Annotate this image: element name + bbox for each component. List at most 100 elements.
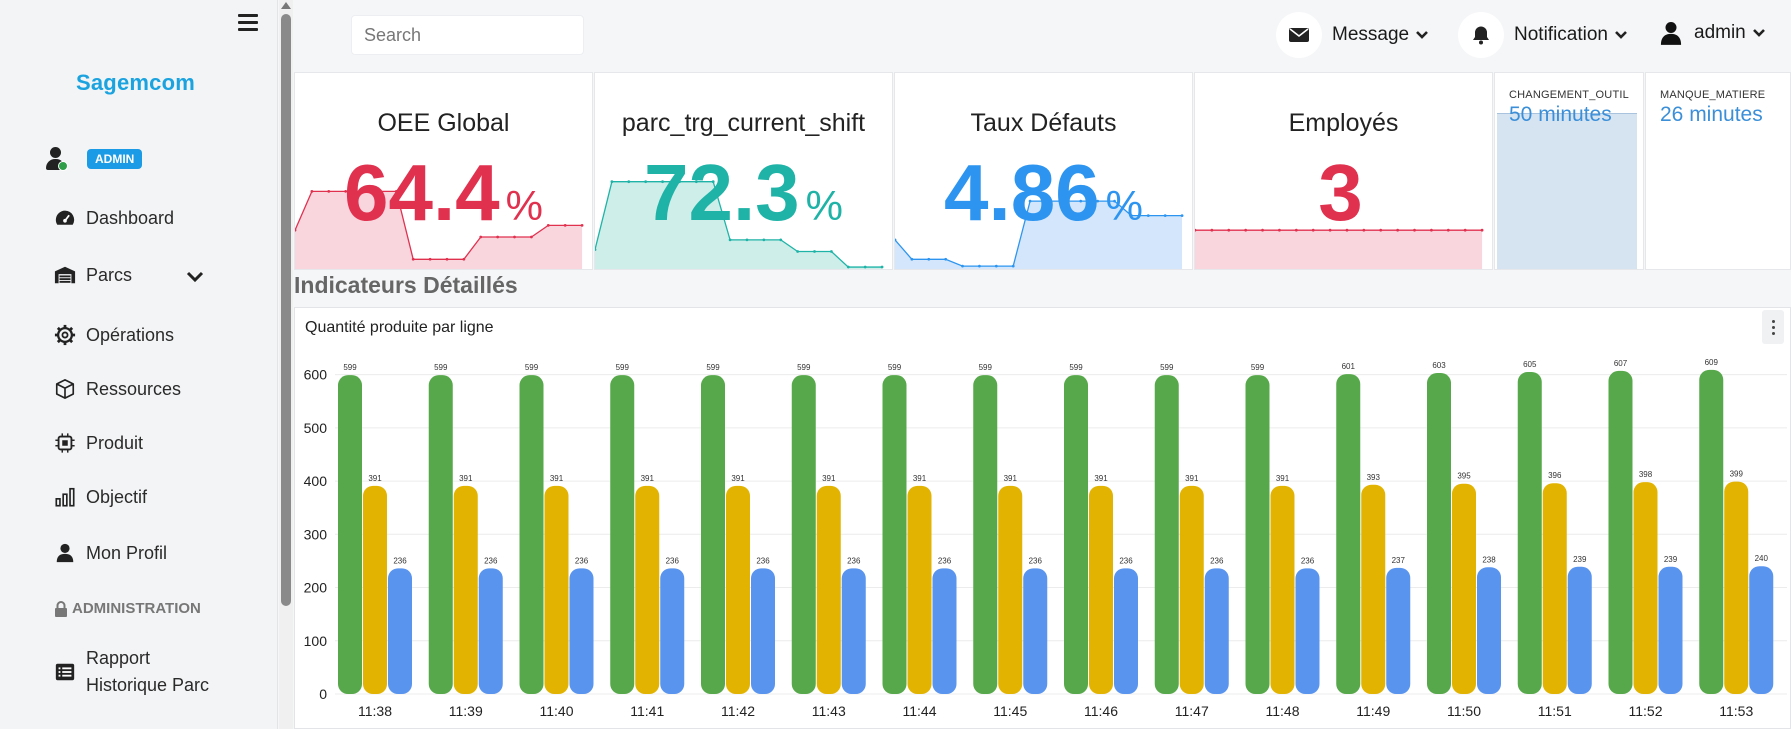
sidebar-item-objectif[interactable]: Objectif [54, 486, 147, 508]
mini-card-value: 50 minutes [1509, 103, 1612, 126]
kpi-card-oee-global: OEE Global 64.4% [294, 72, 593, 270]
sidebar-item-label: Mon Profil [86, 542, 168, 563]
section-header: Indicateurs Détaillés [294, 272, 518, 298]
message-menu[interactable]: Message [1276, 12, 1429, 58]
chart-bar [635, 485, 660, 694]
gear-icon [54, 324, 76, 346]
data-label: 391 [1276, 474, 1290, 483]
chart-bar [1699, 369, 1724, 694]
data-label: 391 [1185, 474, 1199, 483]
chart-bar [1023, 568, 1048, 694]
chevron-down-icon [1416, 31, 1429, 39]
kpi-value: 64.4 [343, 148, 500, 237]
kpi-value: 3 [1318, 148, 1363, 237]
sidebar-scrollbar[interactable] [279, 0, 293, 729]
chart-bar [1427, 373, 1451, 694]
data-label: 236 [1301, 556, 1315, 565]
data-label: 236 [1210, 556, 1224, 565]
scrollbar-thumb[interactable] [281, 14, 291, 606]
sparkline-point [411, 257, 415, 261]
y-tick-label: 100 [304, 633, 328, 649]
sparkline-point [846, 265, 850, 269]
data-label: 599 [434, 363, 448, 372]
x-tick-label: 11:44 [903, 703, 937, 719]
sidebar-item-parcs[interactable]: Parcs [54, 264, 132, 286]
chevron-down-icon[interactable] [186, 270, 204, 284]
data-label: 393 [1367, 473, 1381, 482]
data-label: 398 [1639, 470, 1653, 479]
mini-card-manque-matiere: MANQUE_MATIERE 26 minutes [1645, 72, 1791, 270]
sparkline-point [462, 257, 466, 261]
sidebar: Sagemcom ADMIN Dashboard Parcs Opération [0, 0, 278, 729]
sidebar-item-rapport-historique-parc[interactable]: Rapport Historique Parc [54, 645, 209, 699]
gauge-icon [54, 207, 76, 229]
data-label: 599 [1251, 363, 1265, 372]
data-label: 599 [797, 363, 811, 372]
sparkline-point [830, 250, 833, 253]
data-label: 391 [459, 474, 473, 483]
search-input[interactable] [351, 15, 584, 55]
x-tick-label: 11:50 [1447, 703, 1481, 719]
bar-chart: 0 100 200 300 400 500 600 599 391 236 11:38 599 391 2… [304, 358, 1787, 719]
sidebar-user: ADMIN [45, 146, 143, 172]
data-label: 236 [666, 556, 680, 565]
sidebar-item-label: Opérations [86, 324, 175, 345]
chart-bar [544, 485, 569, 694]
chart-bar [569, 568, 594, 694]
x-tick-label: 11:48 [1266, 703, 1300, 719]
data-label: 391 [913, 474, 927, 483]
y-tick-label: 300 [304, 526, 328, 542]
sidebar-item-dashboard[interactable]: Dashboard [54, 207, 174, 229]
sidebar-item-ressources[interactable]: Ressources [54, 378, 181, 400]
chart-bar [1386, 567, 1411, 694]
chart-bar [791, 375, 816, 694]
scroll-up-arrow-icon[interactable] [281, 2, 291, 9]
data-label: 391 [731, 474, 745, 483]
chart-bar [1452, 483, 1476, 694]
chart-bar [363, 485, 387, 694]
data-label: 599 [1160, 363, 1174, 372]
chart-panel: Quantité produite par ligne 0 100 200 300 40… [294, 307, 1791, 729]
chart-bar [610, 375, 635, 694]
chart-bar [478, 568, 503, 694]
mini-card-label: CHANGEMENT_OUTIL [1509, 89, 1629, 101]
notification-menu[interactable]: Notification [1458, 12, 1628, 58]
sagemcom-logo: Sagemcom [76, 70, 195, 95]
chart-bar [882, 375, 907, 694]
sparkline-point [944, 257, 948, 261]
x-tick-label: 11:52 [1629, 703, 1663, 719]
duration-bar [1646, 269, 1786, 270]
data-label: 236 [756, 556, 770, 565]
kpi-unit: % [1105, 182, 1144, 229]
user-icon [54, 542, 76, 564]
hamburger-menu-icon[interactable] [238, 14, 258, 32]
notification-label: Notification [1514, 24, 1608, 45]
lock-icon [55, 600, 67, 617]
box-icon [54, 378, 76, 400]
sparkline-point [978, 264, 981, 268]
sparkline-point [880, 265, 884, 269]
sidebar-item-label: Dashboard [86, 207, 175, 228]
chart-bar [1567, 566, 1592, 694]
sidebar-item-mon-profil[interactable]: Mon Profil [54, 542, 167, 564]
sidebar-item-operations[interactable]: Opérations [54, 324, 174, 346]
data-label: 605 [1523, 360, 1537, 369]
x-tick-label: 11:49 [1356, 703, 1390, 719]
chart-bar [1064, 375, 1088, 694]
data-label: 601 [1342, 362, 1356, 371]
data-label: 236 [938, 556, 952, 565]
data-label: 391 [1004, 474, 1018, 483]
chart-bar [1749, 566, 1774, 694]
chart-bar [973, 375, 998, 694]
user-menu[interactable]: admin [1660, 20, 1766, 46]
chart-bar [1270, 485, 1295, 694]
sparkline-point [813, 250, 816, 253]
kpi-value-wrap: 72.3% [595, 153, 892, 246]
data-label: 239 [1664, 555, 1678, 564]
chart-bar [701, 375, 725, 694]
section-title-label: ADMINISTRATION [72, 600, 201, 617]
sparkline-point [1011, 264, 1015, 268]
y-tick-label: 400 [304, 473, 328, 489]
sidebar-item-produit[interactable]: Produit [54, 432, 143, 454]
data-label: 599 [616, 363, 630, 372]
